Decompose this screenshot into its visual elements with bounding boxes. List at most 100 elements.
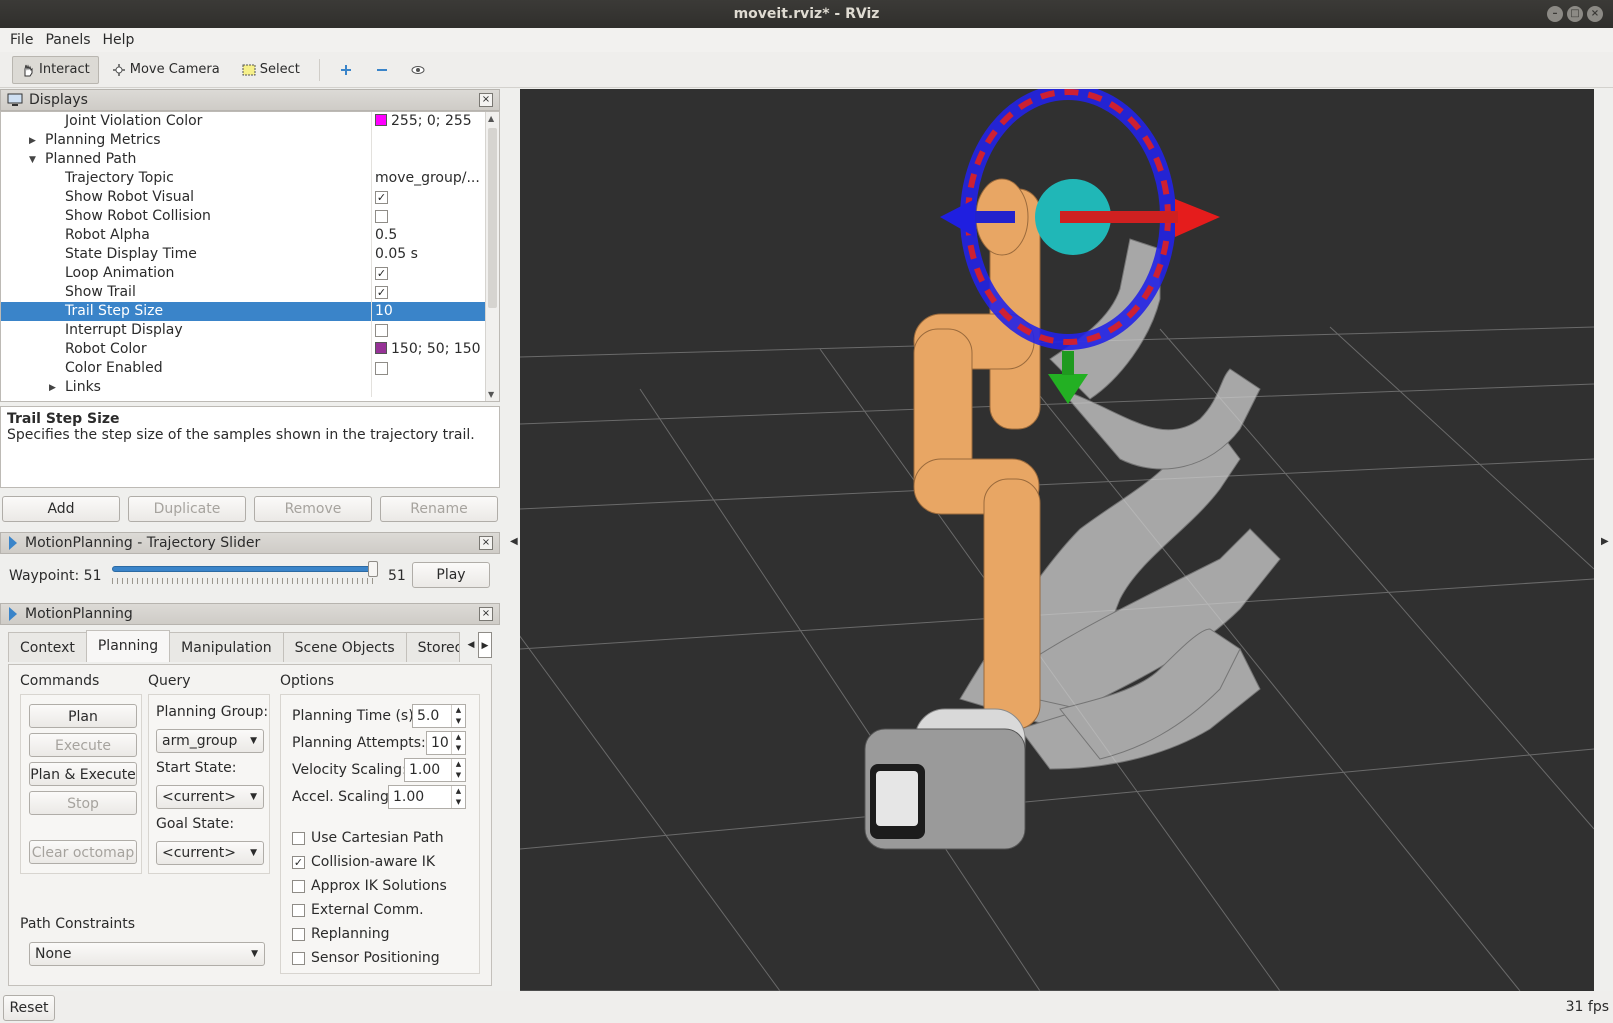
start-state-select[interactable]: <current> ▼ [156, 785, 264, 809]
scrollbar-thumb[interactable] [488, 128, 497, 308]
tab-planning[interactable]: Planning [85, 630, 171, 662]
collapse-left-icon[interactable]: ◀ [510, 536, 518, 547]
execute-button[interactable]: Execute [29, 733, 137, 757]
close-trajectory-slider-icon[interactable]: × [479, 536, 493, 550]
minimize-icon[interactable]: – [1547, 6, 1563, 22]
collapse-right-icon[interactable]: ▶ [1601, 536, 1609, 547]
menu-panels[interactable]: Panels [39, 32, 96, 48]
remove-button[interactable]: Remove [254, 496, 372, 522]
displays-row[interactable]: Show Robot Collision [1, 207, 499, 226]
spin-arrows-icon[interactable]: ▲ ▼ [451, 786, 465, 808]
option-label: Sensor Positioning [311, 950, 440, 966]
waypoint-slider-handle[interactable] [368, 561, 378, 577]
reset-button[interactable]: Reset [3, 995, 55, 1021]
displays-row[interactable]: Trail Step Size 10 [1, 302, 499, 321]
displays-row[interactable]: Joint Violation Color 255; 0; 255 [1, 112, 499, 131]
option-checkbox[interactable] [292, 927, 305, 941]
spin-arrows-icon[interactable]: ▲ ▼ [451, 759, 465, 781]
tab-scroll-right-icon[interactable]: ▶ [478, 632, 492, 658]
play-button[interactable]: Play [412, 562, 490, 588]
displays-row[interactable]: Trajectory Topic move_group/... [1, 169, 499, 188]
select-tool-button[interactable]: Select [233, 56, 309, 84]
planning-attempts-spinbox[interactable]: 10 ▲ ▼ [426, 731, 466, 755]
plan-button[interactable]: Plan [29, 704, 137, 728]
path-constraints-select[interactable]: None ▼ [29, 942, 265, 966]
property-checkbox[interactable]: ✓ [375, 286, 388, 299]
property-checkbox[interactable] [375, 210, 388, 223]
add-tool-button[interactable] [330, 56, 362, 84]
displays-row[interactable]: Show Robot Visual ✓ [1, 188, 499, 207]
displays-row[interactable]: Robot Alpha 0.5 [1, 226, 499, 245]
stop-button[interactable]: Stop [29, 791, 137, 815]
displays-row[interactable]: State Display Time 0.05 s [1, 245, 499, 264]
close-icon[interactable]: × [1587, 6, 1603, 22]
property-checkbox[interactable]: ✓ [375, 191, 388, 204]
rename-button[interactable]: Rename [380, 496, 498, 522]
tab-manipulation[interactable]: Manipulation [169, 632, 284, 662]
displays-row[interactable]: Loop Animation ✓ [1, 264, 499, 283]
option-checkbox-row[interactable]: Replanning [292, 926, 389, 942]
property-value[interactable]: 255; 0; 255 [375, 112, 472, 131]
expand-arrow-icon[interactable]: ▶ [49, 379, 56, 398]
property-value[interactable]: 10 [375, 302, 393, 321]
property-checkbox[interactable] [375, 324, 388, 337]
spin-arrows-icon[interactable]: ▲ ▼ [451, 732, 465, 754]
velocity-scaling-spinbox[interactable]: 1.00 ▲ ▼ [404, 758, 466, 782]
3d-viewport[interactable] [520, 89, 1594, 991]
tab-stored[interactable]: Stored [405, 632, 460, 662]
property-checkbox[interactable] [375, 362, 388, 375]
accel-scaling-spinbox[interactable]: 1.00 ▲ ▼ [388, 785, 466, 809]
option-checkbox-row[interactable]: Use Cartesian Path [292, 830, 444, 846]
tab-scroll-arrows: ◀ ▶ [464, 632, 492, 658]
displays-row[interactable]: ▼ Planned Path [1, 150, 499, 169]
tab-context[interactable]: Context [8, 632, 87, 662]
property-value[interactable]: 0.5 [375, 226, 397, 245]
displays-row[interactable]: Interrupt Display [1, 321, 499, 340]
add-button[interactable]: Add [2, 496, 120, 522]
displays-row[interactable]: Show Trail ✓ [1, 283, 499, 302]
displays-row[interactable]: Robot Color 150; 50; 150 [1, 340, 499, 359]
collapse-arrow-icon[interactable]: ▼ [29, 151, 36, 170]
move-camera-tool-button[interactable]: Move Camera [103, 56, 229, 84]
option-checkbox[interactable]: ✓ [292, 855, 305, 869]
menu-file[interactable]: File [4, 32, 39, 48]
option-checkbox[interactable] [292, 879, 305, 893]
spin-arrows-icon[interactable]: ▲ ▼ [451, 705, 465, 727]
scroll-down-icon[interactable]: ▼ [488, 390, 494, 399]
close-displays-icon[interactable]: × [479, 93, 493, 107]
tab-scene-objects[interactable]: Scene Objects [282, 632, 407, 662]
goal-state-select[interactable]: <current> ▼ [156, 841, 264, 865]
maximize-icon[interactable]: □ [1567, 6, 1583, 22]
remove-tool-button[interactable] [366, 56, 398, 84]
interact-tool-button[interactable]: Interact [12, 55, 99, 84]
view-tool-button[interactable] [402, 56, 434, 84]
property-value[interactable]: move_group/... [375, 169, 480, 188]
close-motion-planning-icon[interactable]: × [479, 607, 493, 621]
displays-row[interactable]: ▶ Planning Metrics [1, 131, 499, 150]
property-checkbox[interactable]: ✓ [375, 267, 388, 280]
column-divider [371, 112, 372, 131]
option-checkbox[interactable] [292, 903, 305, 917]
tab-scroll-left-icon[interactable]: ◀ [464, 632, 478, 658]
property-value[interactable]: 150; 50; 150 [375, 340, 481, 359]
displays-scrollbar[interactable]: ▲ ▼ [485, 112, 499, 401]
option-checkbox-row[interactable]: Sensor Positioning [292, 950, 440, 966]
option-checkbox[interactable] [292, 831, 305, 845]
option-checkbox[interactable] [292, 951, 305, 965]
clear-octomap-button[interactable]: Clear octomap [29, 840, 137, 864]
menu-help[interactable]: Help [97, 32, 141, 48]
displays-row[interactable]: ▶ Links [1, 378, 499, 397]
waypoint-slider-track[interactable] [112, 566, 374, 572]
planning-time-spinbox[interactable]: 5.0 ▲ ▼ [412, 704, 466, 728]
displays-row[interactable]: Color Enabled [1, 359, 499, 378]
option-checkbox-row[interactable]: Approx IK Solutions [292, 878, 447, 894]
plan-execute-button[interactable]: Plan & Execute [29, 762, 137, 786]
scroll-up-icon[interactable]: ▲ [488, 114, 494, 123]
duplicate-button[interactable]: Duplicate [128, 496, 246, 522]
planning-group-select[interactable]: arm_group ▼ [156, 729, 264, 753]
scene-render [520, 89, 1594, 991]
expand-arrow-icon[interactable]: ▶ [29, 132, 36, 151]
property-value[interactable]: 0.05 s [375, 245, 418, 264]
option-checkbox-row[interactable]: External Comm. [292, 902, 424, 918]
option-checkbox-row[interactable]: ✓ Collision-aware IK [292, 854, 435, 870]
